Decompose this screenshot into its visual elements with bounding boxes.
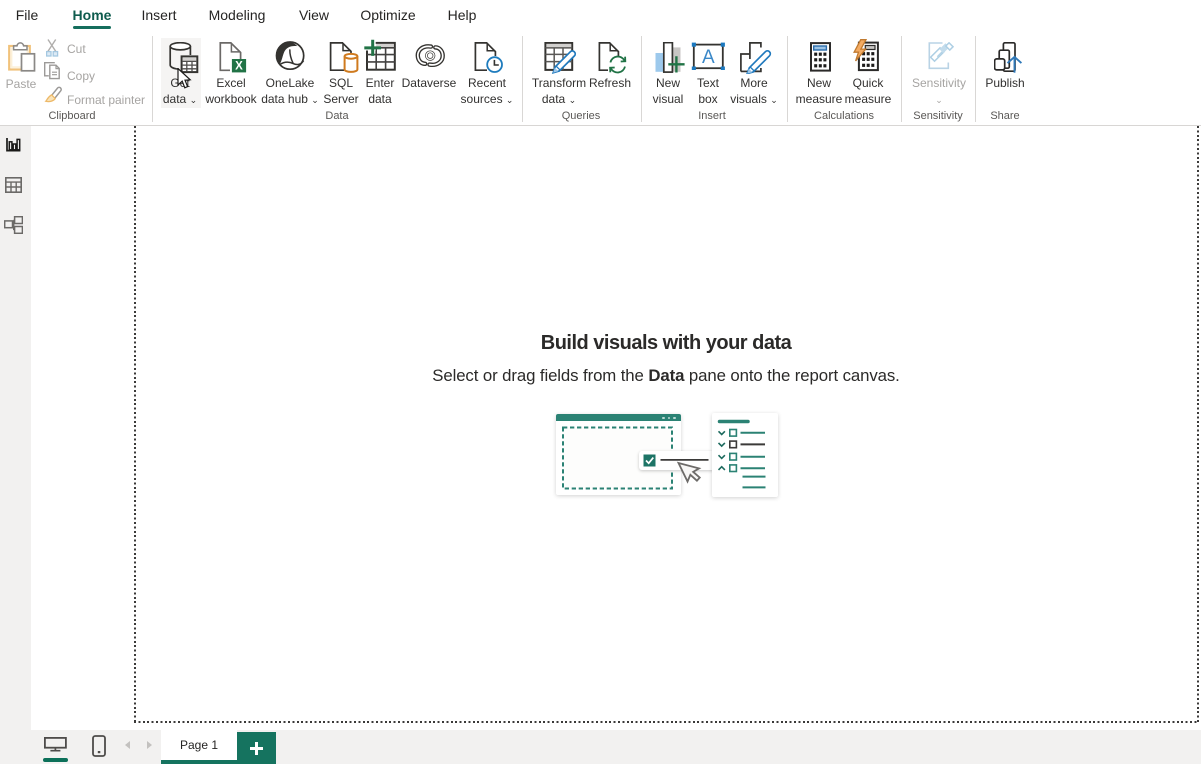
svg-text:X: X xyxy=(235,60,243,72)
svg-text:A: A xyxy=(702,47,715,68)
